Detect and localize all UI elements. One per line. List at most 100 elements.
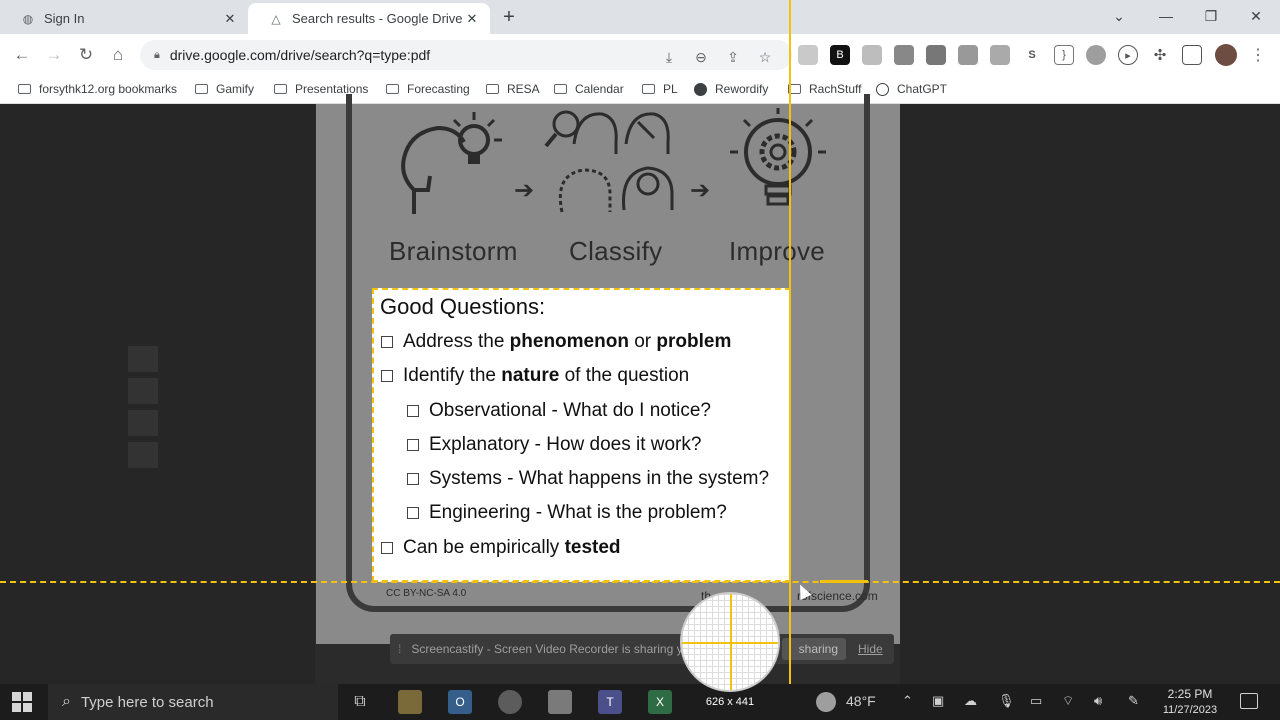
checkbox-icon xyxy=(381,542,393,554)
checklist-subitem: Systems - What happens in the system? xyxy=(407,468,769,490)
folder-icon xyxy=(486,84,499,94)
drive-right-panel xyxy=(900,104,1280,684)
brainstorm-head-icon xyxy=(401,112,502,214)
extension-icon[interactable] xyxy=(926,45,946,65)
chrome-icon[interactable] xyxy=(498,690,522,714)
bookmark-forsythk12[interactable]: forsythk12.org bookmarks xyxy=(18,82,177,96)
reload-icon[interactable]: ↻ xyxy=(74,43,98,67)
forward-arrow-icon[interactable]: → xyxy=(42,43,66,67)
drag-handle-icon[interactable]: ⁞ xyxy=(398,642,401,656)
puzzle-icon[interactable]: ✣ xyxy=(1150,45,1170,65)
more-vert-icon[interactable]: ⋮ xyxy=(1248,44,1268,66)
extension-icon[interactable]: } xyxy=(1054,45,1074,65)
arrow-right-icon: ➔ xyxy=(514,177,535,204)
ghost-thumb xyxy=(128,346,158,372)
close-window-icon[interactable]: ✕ xyxy=(1242,4,1270,28)
globe-icon: ◍ xyxy=(22,11,34,26)
weather-temperature[interactable]: 48°F xyxy=(846,693,876,709)
extension-icon[interactable] xyxy=(862,45,882,65)
tab-google-drive[interactable]: △ Search results - Google Drive ✕ xyxy=(248,3,490,34)
onedrive-icon[interactable]: ☁ xyxy=(964,693,977,709)
browser-toolbar: ← → ↻ ⌂ 🔒︎ drive.google.com/drive/search… xyxy=(0,34,1280,76)
teams-icon[interactable]: T xyxy=(598,690,622,714)
bookmark-gamify[interactable]: Gamify xyxy=(195,82,254,96)
chatgpt-icon xyxy=(876,82,889,96)
folder-icon xyxy=(274,84,287,94)
share-icon[interactable]: ⇪ xyxy=(724,48,742,66)
outlook-icon[interactable]: O xyxy=(448,690,472,714)
volume-icon[interactable]: 🔊︎ xyxy=(1094,693,1102,709)
checklist-item: Identify the nature of the question xyxy=(381,365,689,387)
taskbar-search-box[interactable]: ⌕ Type here to search xyxy=(48,684,338,720)
capture-magnifier xyxy=(680,592,780,692)
drive-icon: △ xyxy=(271,11,281,26)
tab-sign-in[interactable]: ◍ Sign In ✕ xyxy=(0,3,248,34)
side-panel-icon[interactable] xyxy=(1182,45,1202,65)
install-icon[interactable]: ⤓ xyxy=(660,48,678,66)
hide-link[interactable]: Hide xyxy=(858,642,883,656)
extension-icon[interactable] xyxy=(1086,45,1106,65)
microphone-icon[interactable]: 🎙︎ xyxy=(998,693,1015,709)
profile-avatar[interactable] xyxy=(1215,44,1237,66)
folder-icon xyxy=(554,84,567,94)
crosshair-horizontal-guide xyxy=(0,581,1280,583)
clock-date: 11/27/2023 xyxy=(1162,704,1218,716)
ghost-thumb xyxy=(128,442,158,468)
checkbox-icon xyxy=(407,507,419,519)
crosshair-vertical-guide xyxy=(789,0,791,720)
search-icon: ⌕ xyxy=(62,693,71,710)
pen-icon[interactable]: ✎ xyxy=(1128,693,1139,709)
checklist-subitem: Engineering - What is the problem? xyxy=(407,502,727,524)
zoom-icon[interactable]: ⊖ xyxy=(692,48,710,66)
minimize-icon[interactable]: — xyxy=(1152,4,1180,28)
plus-icon[interactable]: + xyxy=(498,6,520,28)
extensions-row: B S } ▸ ✣ xyxy=(798,45,1202,65)
folder-icon xyxy=(195,84,208,94)
star-icon[interactable]: ☆ xyxy=(756,48,774,66)
selection-dimensions: 626 x 441 xyxy=(705,696,755,708)
checkbox-icon xyxy=(407,473,419,485)
extension-icon[interactable] xyxy=(958,45,978,65)
bookmark-chatgpt[interactable]: ChatGPT xyxy=(876,82,947,96)
file-explorer-icon[interactable] xyxy=(398,690,422,714)
extension-icon[interactable]: S xyxy=(1022,45,1042,65)
back-arrow-icon[interactable]: ← xyxy=(10,43,34,67)
tray-app-icon[interactable]: ▣ xyxy=(932,693,944,709)
windows-taskbar: ⌕ Type here to search ⧉ O T X 48°F ⌃ ▣ ☁… xyxy=(0,684,1280,720)
system-clock[interactable]: 2:25 PM 11/27/2023 xyxy=(1150,686,1230,718)
chevron-down-icon[interactable]: ⌄ xyxy=(1105,4,1133,28)
windows-start-icon[interactable] xyxy=(12,692,32,712)
close-icon[interactable]: ✕ xyxy=(222,11,238,27)
ghost-thumb xyxy=(128,410,158,436)
checkbox-icon xyxy=(381,336,393,348)
notifications-icon[interactable] xyxy=(1240,693,1258,709)
restore-icon[interactable]: ❐ xyxy=(1197,4,1225,28)
weather-icon[interactable] xyxy=(816,692,836,712)
excel-icon[interactable]: X xyxy=(648,690,672,714)
screencastify-icon[interactable] xyxy=(548,690,572,714)
close-icon[interactable]: ✕ xyxy=(464,11,480,27)
checklist-item: Can be empirically tested xyxy=(381,537,621,559)
capture-selection[interactable]: Good Questions: Address the phenomenon o… xyxy=(372,288,791,582)
chevron-up-icon[interactable]: ⌃ xyxy=(902,693,913,709)
battery-icon[interactable]: ▭ xyxy=(1030,693,1042,709)
tab-title: Sign In xyxy=(44,11,85,26)
extension-icon[interactable] xyxy=(894,45,914,65)
extension-icon[interactable] xyxy=(798,45,818,65)
extension-icon[interactable] xyxy=(990,45,1010,65)
checkbox-icon xyxy=(381,370,393,382)
task-view-icon[interactable]: ⧉ xyxy=(348,690,372,714)
checkbox-icon xyxy=(407,405,419,417)
play-icon[interactable]: ▸ xyxy=(1118,45,1138,65)
arrow-right-icon: ➔ xyxy=(690,177,711,204)
checklist-subitem: Observational - What do I notice? xyxy=(407,400,711,422)
step-improve: Improve xyxy=(729,236,826,266)
home-icon[interactable]: ⌂ xyxy=(106,43,130,67)
stop-sharing-button[interactable]: sharing xyxy=(782,638,846,660)
extension-icon[interactable]: B xyxy=(830,45,850,65)
selection-edge-marker xyxy=(820,580,868,583)
lightbulb-gear-icon xyxy=(730,108,826,206)
tab-title: Search results - Google Drive xyxy=(292,11,463,26)
wifi-icon[interactable]: ⌔ xyxy=(1062,693,1074,709)
classify-heads-icon xyxy=(544,110,674,213)
